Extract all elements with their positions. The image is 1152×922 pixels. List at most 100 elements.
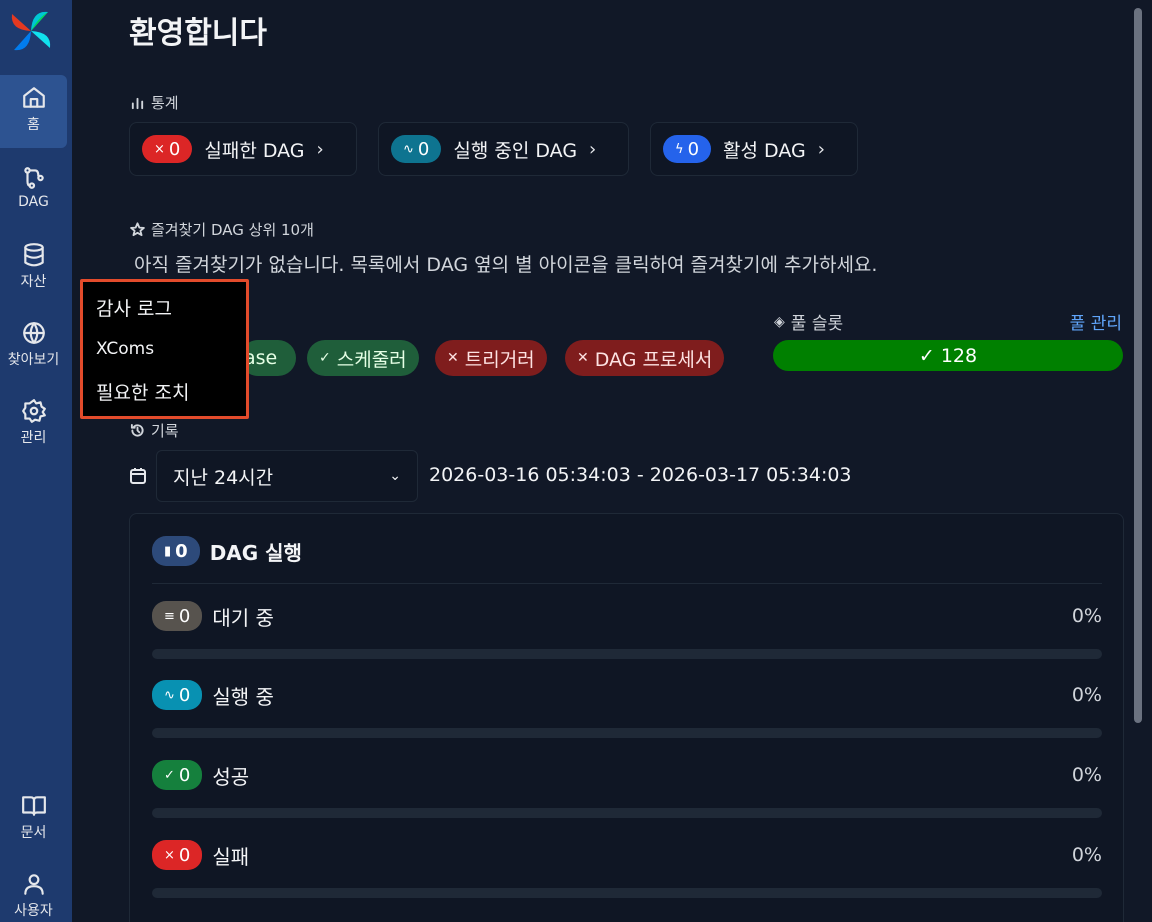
airflow-logo-icon[interactable]	[8, 8, 54, 54]
manage-pools-link[interactable]: 풀 관리	[1070, 309, 1122, 334]
stat-card-failed[interactable]: × 0 실패한 DAG ›	[129, 122, 357, 176]
home-icon	[22, 87, 45, 108]
chevron-right-icon: ›	[589, 138, 597, 160]
queue-icon: ≡	[164, 608, 175, 624]
dag-runs-count: 0	[175, 540, 188, 562]
state-count-badge: ≡ 0	[152, 601, 203, 631]
sidebar-item-label: 찾아보기	[7, 352, 60, 368]
dag-runs-header: ▮ 0 DAG 실행	[152, 536, 302, 566]
history-heading-label: 기록	[151, 422, 179, 440]
state-count: 0	[178, 764, 191, 786]
active-count-badge: ϟ 0	[663, 135, 712, 163]
sidebar-item-home[interactable]: 홈	[0, 75, 67, 148]
stat-card-label: 실패한 DAG	[204, 139, 305, 162]
state-percent: 0%	[1071, 684, 1102, 706]
sidebar-item-docs[interactable]: 문서	[0, 793, 67, 842]
failed-count-badge: × 0	[142, 135, 193, 163]
sidebar-item-label: 관리	[20, 430, 47, 446]
sidebar-item-user[interactable]: 사용자	[0, 871, 67, 920]
state-label: 실패	[212, 844, 250, 869]
stats-heading: 통계	[130, 92, 179, 113]
close-icon: ×	[164, 847, 175, 863]
user-icon	[23, 874, 44, 895]
sidebar-item-admin[interactable]: 관리	[0, 398, 67, 447]
dag-icon	[23, 167, 44, 189]
run-state-queued[interactable]: ≡ 0 대기 중 0%	[152, 601, 1102, 659]
sidebar-item-dag[interactable]: DAG	[0, 165, 67, 210]
check-icon: ✓	[319, 350, 331, 366]
run-state-success[interactable]: ✓ 0 성공 0%	[152, 760, 1102, 818]
time-range-select[interactable]: 지난 24시간 ⌄	[156, 450, 418, 502]
run-state-failed[interactable]: × 0 실패 0%	[152, 840, 1102, 898]
gear-icon	[21, 399, 46, 423]
calendar-icon	[130, 468, 146, 484]
state-count: 0	[178, 605, 191, 627]
scrollbar[interactable]	[1134, 8, 1142, 723]
stat-card-running[interactable]: ∿ 0 실행 중인 DAG ›	[378, 122, 629, 176]
star-icon	[130, 222, 145, 237]
state-percent: 0%	[1071, 605, 1102, 627]
active-count: 0	[687, 138, 700, 160]
close-icon: ✕	[447, 350, 459, 366]
stat-card-active[interactable]: ϟ 0 활성 DAG ›	[650, 122, 858, 176]
divider	[152, 583, 1102, 584]
favorites-heading-label: 즐겨찾기 DAG 상위 10개	[151, 221, 314, 239]
date-range-text: 2026-03-16 05:34:03 - 2026-03-17 05:34:0…	[429, 464, 852, 486]
menu-item-required-actions[interactable]: 필요한 조치	[96, 378, 189, 405]
time-range-value: 지난 24시간	[173, 466, 274, 489]
target-icon: ◈	[774, 313, 785, 330]
health-label: 스케줄러	[336, 348, 407, 371]
pool-slots-heading: ◈ 풀 슬롯	[774, 309, 844, 335]
history-icon	[130, 423, 144, 437]
dag-runs-panel: ▮ 0 DAG 실행 ≡ 0 대기 중 0% ∿ 0 실행 중 0% ✓ 0 성…	[129, 513, 1124, 922]
chevron-right-icon: ›	[316, 138, 324, 160]
check-icon: ✓	[918, 344, 935, 367]
close-icon: ✕	[577, 350, 589, 366]
sidebar-item-browse[interactable]: 찾아보기	[0, 320, 67, 369]
state-label: 대기 중	[212, 605, 274, 630]
favorites-heading: 즐겨찾기 DAG 상위 10개	[130, 219, 314, 240]
bar-chart-icon	[131, 97, 144, 110]
activity-icon: ∿	[164, 687, 175, 703]
state-count: 0	[178, 844, 191, 866]
chevron-down-icon: ⌄	[389, 468, 401, 484]
main-content: 환영합니다 통계 × 0 실패한 DAG › ∿ 0 실행 중인 DAG › ϟ…	[72, 0, 1152, 922]
state-percent: 0%	[1071, 764, 1102, 786]
pool-slots-label: 풀 슬롯	[790, 314, 844, 334]
stat-card-label: 활성 DAG	[723, 139, 806, 162]
health-scheduler: ✓ 스케줄러	[307, 340, 419, 376]
state-label: 성공	[212, 764, 250, 789]
dag-runs-title: DAG 실행	[209, 540, 302, 565]
failed-count: 0	[168, 138, 181, 160]
state-count-badge: × 0	[152, 840, 203, 870]
pool-slots-value: 128	[940, 344, 978, 367]
sidebar-item-label: 홈	[27, 117, 40, 133]
book-icon	[21, 796, 46, 816]
menu-item-audit-log[interactable]: 감사 로그	[96, 294, 172, 321]
run-state-running[interactable]: ∿ 0 실행 중 0%	[152, 680, 1102, 738]
state-percent: 0%	[1071, 844, 1102, 866]
sidebar-item-label: 문서	[20, 825, 47, 841]
state-count-badge: ✓ 0	[152, 760, 203, 790]
state-progress-track	[152, 888, 1102, 898]
page-title: 환영합니다	[129, 16, 267, 51]
bolt-icon: ϟ	[675, 141, 684, 157]
state-progress-track	[152, 649, 1102, 659]
favorites-empty-message: 아직 즐겨찾기가 없습니다. 목록에서 DAG 옆의 별 아이콘을 클릭하여 즐…	[134, 254, 878, 276]
pool-slots-bar[interactable]: ✓ 128	[773, 340, 1123, 371]
health-triggerer: ✕ 트리거러	[435, 340, 547, 376]
activity-icon: ∿	[403, 141, 414, 157]
sidebar-item-label: DAG	[18, 194, 49, 210]
state-label: 실행 중	[212, 684, 274, 709]
menu-item-xcoms[interactable]: XComs	[96, 339, 154, 359]
sidebar: 홈 DAG 자산 찾아보기 관리 문서 사용자	[0, 0, 72, 922]
health-dag-processor: ✕ DAG 프로세서	[565, 340, 725, 376]
check-icon: ✓	[164, 767, 175, 783]
health-label: 트리거러	[464, 348, 535, 371]
globe-icon	[22, 322, 45, 344]
sidebar-item-assets[interactable]: 자산	[0, 242, 67, 291]
state-count-badge: ∿ 0	[152, 680, 203, 710]
state-progress-track	[152, 728, 1102, 738]
history-heading: 기록	[130, 420, 179, 441]
sidebar-item-label: 사용자	[14, 903, 53, 919]
